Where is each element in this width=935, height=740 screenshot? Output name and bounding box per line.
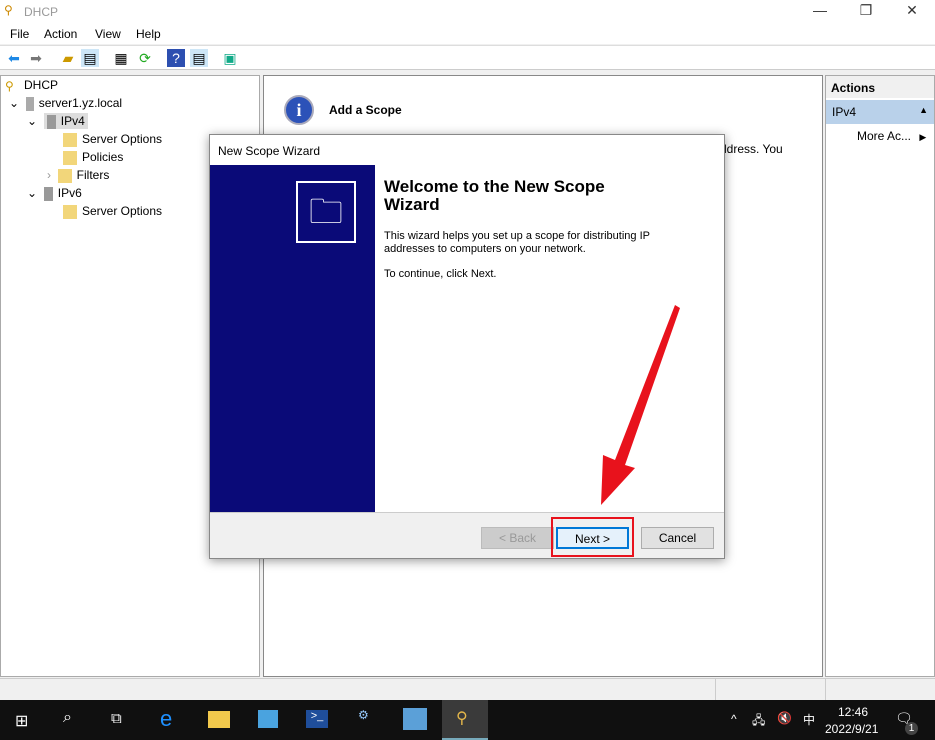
wizard-title: New Scope Wizard [218, 144, 321, 158]
start-icon[interactable]: ⊞ [15, 711, 28, 731]
show-hide-tree-icon[interactable]: ▤ [81, 49, 99, 67]
menu-bar: File Action View Help [0, 24, 935, 44]
menu-file[interactable]: File [10, 27, 29, 41]
status-bar [0, 678, 935, 700]
annotation-highlight-box [551, 517, 634, 557]
search-icon[interactable]: ⌕ [63, 709, 72, 727]
edge-icon[interactable]: e [160, 706, 172, 732]
server-check-icon [46, 114, 56, 129]
network-warning-icon[interactable]: 🖧 [752, 711, 765, 732]
menu-action[interactable]: Action [44, 27, 77, 41]
notification-count: 1 [905, 722, 918, 735]
folder-icon [63, 132, 77, 147]
chevron-down-icon[interactable]: ⌄ [27, 186, 37, 200]
menu-view[interactable]: View [95, 27, 121, 41]
ime-indicator[interactable]: 中 [803, 711, 815, 728]
forward-icon[interactable]: ➡ [27, 49, 45, 67]
tree-policies[interactable]: Policies [63, 150, 123, 165]
actions-header: Actions [826, 76, 934, 98]
actions-section-ipv4[interactable]: IPv4 ▲ [826, 100, 934, 124]
tree-server-options[interactable]: Server Options [63, 132, 162, 147]
tree-server[interactable]: ⌄ server1.yz.local [9, 96, 122, 111]
network-tool-icon[interactable]: ⚙ [358, 708, 369, 722]
back-button[interactable]: < Back [481, 527, 554, 549]
folders-icon: 🗀 [296, 181, 356, 243]
dhcp-icon: ⚲ [5, 78, 14, 93]
up-folder-icon[interactable]: ▰ [59, 49, 77, 67]
wizard-description: This wizard helps you set up a scope for… [384, 230, 650, 255]
actions-pane: Actions IPv4 ▲ More Ac... ▶ [825, 75, 935, 677]
dhcp-taskbar-button[interactable]: ⚲ [442, 700, 488, 740]
folder-icon [63, 204, 77, 219]
tree-ipv6-server-options[interactable]: Server Options [63, 204, 162, 219]
refresh-icon[interactable]: ⟳ [136, 49, 154, 67]
info-icon: i [284, 95, 314, 125]
dns-manager-icon[interactable] [403, 708, 427, 730]
add-scope-heading: Add a Scope [329, 103, 402, 117]
menu-help[interactable]: Help [136, 27, 161, 41]
chevron-down-icon[interactable]: ⌄ [27, 114, 37, 128]
cancel-button[interactable]: Cancel [641, 527, 714, 549]
tree-ipv6[interactable]: ⌄ IPv6 [27, 186, 82, 201]
clock-date[interactable]: 2022/9/21 [825, 722, 878, 736]
dhcp-icon: ⚲ [4, 3, 13, 17]
file-explorer-icon[interactable] [208, 711, 230, 728]
powershell-icon[interactable]: >_ [306, 710, 328, 728]
filter-folder-icon [57, 168, 72, 183]
chevron-right-icon[interactable]: › [47, 168, 51, 182]
close-button[interactable]: ✕ [889, 2, 935, 22]
back-icon[interactable]: ⬅ [5, 49, 23, 67]
server-manager-icon[interactable] [258, 710, 278, 728]
folder-icon [63, 150, 77, 165]
help-icon[interactable]: ? [167, 49, 185, 67]
clock-time[interactable]: 12:46 [838, 705, 868, 719]
collapse-icon[interactable]: ▲ [919, 105, 928, 115]
minimize-button[interactable]: — [797, 2, 843, 22]
chevron-down-icon[interactable]: ⌄ [9, 96, 19, 110]
taskbar: ⊞ ⌕ ⧉ e >_ ⚙ ⚲ ^ 🖧 🔇 中 12:46 2022/9/21 🗨… [0, 700, 935, 740]
maximize-button[interactable]: ❐ [843, 2, 889, 22]
annotation-arrow [601, 305, 680, 505]
window-title: DHCP [24, 5, 59, 19]
tree-ipv4[interactable]: ⌄ IPv4 [27, 113, 88, 129]
toolbar: ⬅ ➡ ▰ ▤ ▦ ⟳ ? ▤ ▣ [0, 45, 935, 70]
show-action-pane-icon[interactable]: ▤ [190, 49, 208, 67]
wizard-heading: Welcome to the New Scope Wizard [384, 177, 605, 214]
server-check-icon [43, 186, 53, 201]
show-hidden-icons[interactable]: ^ [731, 712, 737, 726]
server-icon [25, 96, 34, 111]
info-text: ldress. You [724, 142, 783, 156]
properties-icon[interactable]: ▦ [112, 49, 130, 67]
volume-muted-icon[interactable]: 🔇 [777, 711, 792, 725]
title-bar: ⚲ DHCP — ❐ ✕ [0, 0, 935, 24]
tree-filters[interactable]: › Filters [47, 168, 109, 183]
task-view-icon[interactable]: ⧉ [111, 710, 122, 727]
wizard-banner: 🗀 [210, 165, 375, 512]
dhcp-icon: ⚲ [456, 710, 468, 727]
tree-dhcp[interactable]: ⚲ DHCP [5, 78, 58, 93]
more-actions[interactable]: More Ac... ▶ [857, 129, 926, 143]
chevron-right-icon: ▶ [919, 132, 927, 142]
wizard-continue-text: To continue, click Next. [384, 268, 497, 280]
monitor-icon[interactable]: ▣ [221, 49, 239, 67]
